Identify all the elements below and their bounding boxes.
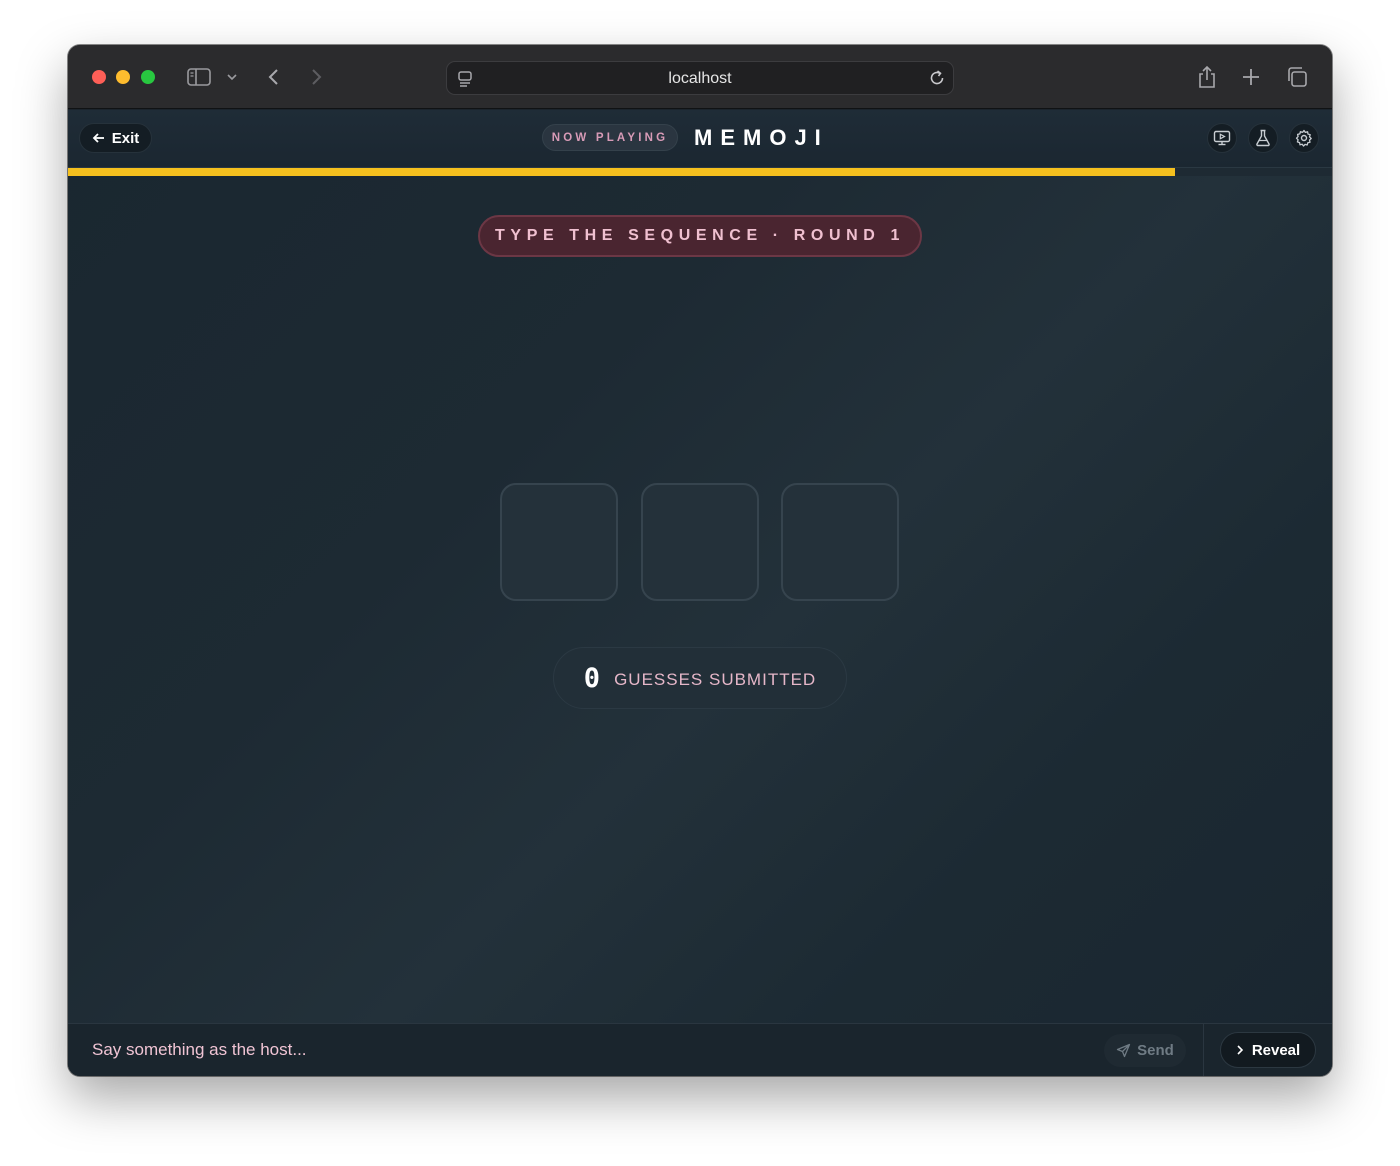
game-header: Exit NOW PLAYING MEMOJI [68,110,1332,168]
host-chat-bar: Send Reveal [68,1023,1332,1076]
minimize-window-button[interactable] [116,70,130,84]
round-timer-fill [68,168,1176,176]
arrow-left-icon [92,133,104,143]
game-title: MEMOJI [694,125,829,150]
now-playing-badge: NOW PLAYING [542,124,678,151]
send-label: Send [1137,1042,1174,1059]
game-app: Exit NOW PLAYING MEMOJI TYPE THE SEQUENC… [68,110,1332,1076]
guesses-counter: 0 GUESSES SUBMITTED [553,647,847,709]
host-message-input[interactable] [68,1024,1098,1076]
exit-label: Exit [111,129,140,147]
url-text: localhost [668,70,732,87]
browser-toolbar: localhost [68,45,1332,109]
forward-icon[interactable] [308,63,326,91]
reveal-button[interactable]: Reveal [1220,1032,1316,1068]
flask-icon[interactable] [1248,123,1278,153]
browser-window: localhost Exit NOW PLAYING MEMOJI TYPE T… [68,45,1332,1076]
round-instruction-badge: TYPE THE SEQUENCE · ROUND 1 [478,215,922,257]
close-window-button[interactable] [92,70,106,84]
guess-label: GUESSES SUBMITTED [614,669,817,689]
reload-icon[interactable] [928,69,946,92]
new-tab-icon[interactable] [1240,63,1262,91]
chevron-right-icon [1237,1045,1243,1055]
tabs-overview-icon[interactable] [1285,63,1309,91]
zoom-window-button[interactable] [141,70,155,84]
round-timer-bar [68,168,1332,176]
sidebar-icon[interactable] [186,63,212,91]
back-icon[interactable] [264,63,282,91]
footer-divider [1203,1024,1204,1076]
screen-icon[interactable] [1207,123,1237,153]
gear-icon[interactable] [1289,123,1319,153]
sequence-slot-3 [781,483,899,601]
send-button[interactable]: Send [1104,1034,1186,1067]
guess-count: 0 [583,662,601,694]
reveal-label: Reveal [1251,1041,1301,1059]
send-icon [1117,1043,1131,1058]
sequence-slot-1 [500,483,618,601]
chevron-down-icon[interactable] [224,63,240,91]
share-icon[interactable] [1196,63,1218,91]
exit-button[interactable]: Exit [79,123,152,153]
address-bar[interactable]: localhost [446,61,954,95]
sequence-slot-2 [641,483,759,601]
